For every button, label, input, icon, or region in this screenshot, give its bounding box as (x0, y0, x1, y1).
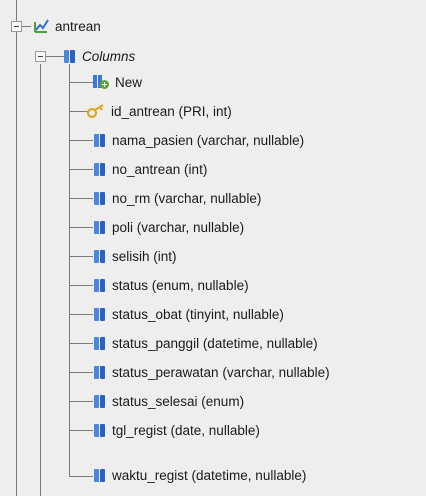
table-icon (33, 18, 49, 34)
tree-node-column[interactable]: status (enum, nullable) (94, 272, 249, 298)
column-label: status_panggil (datetime, nullable) (112, 335, 318, 351)
column-label: status_selesai (enum) (112, 393, 245, 409)
tree-line-table (40, 64, 41, 496)
tree-connector-column (69, 285, 93, 286)
tree-connector-column (69, 227, 93, 228)
columns-group-label: Columns (82, 48, 136, 64)
tree-node-columns-group[interactable]: Columns (64, 43, 135, 69)
column-icon (94, 336, 106, 350)
tree-connector-column (69, 256, 93, 257)
tree-connector-column (69, 111, 89, 112)
tree-node-column[interactable]: poli (varchar, nullable) (94, 214, 244, 240)
column-label: no_antrean (int) (112, 161, 208, 177)
column-icon (94, 191, 106, 205)
tree-connector-column (69, 343, 93, 344)
tree-connector-column (69, 430, 93, 431)
tree-line-columns (69, 64, 70, 477)
tree-connector-table (21, 26, 31, 27)
column-label: no_rm (varchar, nullable) (112, 190, 262, 206)
tree-connector-column (69, 169, 93, 170)
tree-connector-column (69, 476, 93, 477)
tree-node-column[interactable]: no_antrean (int) (94, 156, 207, 182)
tree-node-column[interactable]: selisih (int) (94, 243, 177, 269)
column-icon (94, 249, 106, 263)
column-label: poli (varchar, nullable) (112, 219, 245, 235)
column-icon (94, 468, 106, 482)
tree-connector-column (69, 372, 93, 373)
column-icon (94, 423, 106, 437)
tree-node-column[interactable]: id_antrean (PRI, int) (86, 98, 232, 124)
column-label: nama_pasien (varchar, nullable) (112, 132, 305, 148)
tree-connector-column (69, 198, 93, 199)
column-icon (94, 278, 106, 292)
tree-node-new-column[interactable]: New (93, 69, 142, 95)
column-label: id_antrean (PRI, int) (111, 103, 232, 119)
column-icon (94, 307, 106, 321)
column-icon (94, 394, 106, 408)
new-column-icon (93, 75, 109, 89)
column-label: status_obat (tinyint, nullable) (112, 306, 284, 322)
column-label: status (enum, nullable) (112, 277, 249, 293)
key-icon (86, 104, 105, 119)
tree-node-column[interactable]: status_perawatan (varchar, nullable) (94, 359, 330, 385)
column-label: status_perawatan (varchar, nullable) (112, 364, 330, 380)
column-icon (94, 133, 106, 147)
column-icon (94, 365, 106, 379)
tree-node-column[interactable]: status_panggil (datetime, nullable) (94, 330, 318, 356)
column-label: selisih (int) (112, 248, 177, 264)
collapse-toggle-table[interactable] (11, 21, 22, 32)
tree-connector-column (69, 314, 93, 315)
table-name: antrean (55, 18, 101, 34)
tree-node-column[interactable]: no_rm (varchar, nullable) (94, 185, 261, 211)
tree-connector-new (69, 82, 93, 83)
tree-connector-column (69, 401, 93, 402)
tree-node-column[interactable]: status_selesai (enum) (94, 388, 244, 414)
tree-node-column[interactable]: waktu_regist (datetime, nullable) (94, 462, 306, 488)
columns-icon (64, 49, 76, 63)
tree-node-column[interactable]: tgl_regist (date, nullable) (94, 417, 260, 443)
tree-node-table[interactable]: antrean (33, 13, 101, 39)
tree-line-root (16, 0, 17, 496)
tree-node-column[interactable]: status_obat (tinyint, nullable) (94, 301, 284, 327)
tree-node-column[interactable]: nama_pasien (varchar, nullable) (94, 127, 304, 153)
navigation-tree: antrean Columns New id_antrean (PRI, int… (0, 0, 426, 496)
collapse-toggle-columns[interactable] (35, 51, 46, 62)
new-column-label: New (115, 74, 143, 90)
tree-connector-columns (46, 56, 64, 57)
column-label: tgl_regist (date, nullable) (112, 422, 260, 438)
tree-connector-column (69, 140, 93, 141)
column-label: waktu_regist (datetime, nullable) (112, 467, 307, 483)
column-icon (94, 162, 106, 176)
column-icon (94, 220, 106, 234)
